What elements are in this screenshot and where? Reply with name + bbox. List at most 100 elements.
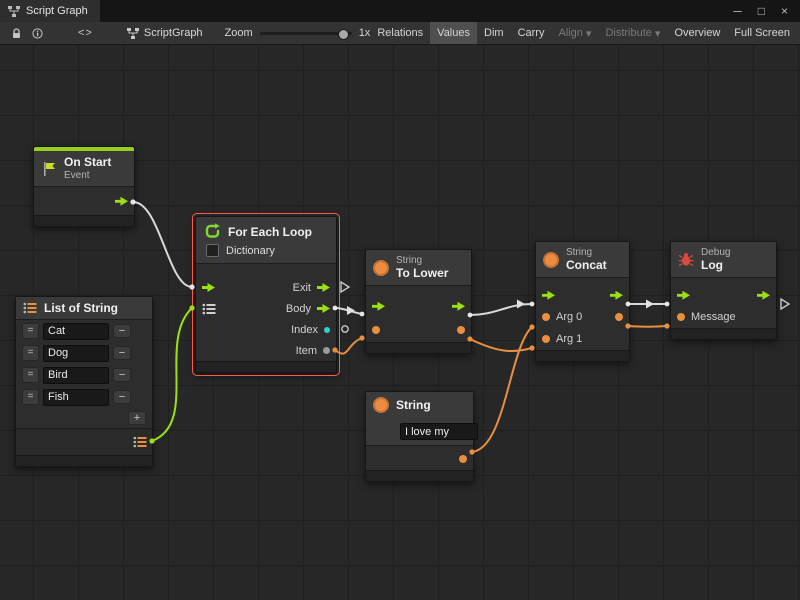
- node-category: String: [396, 255, 448, 267]
- node-header: List of String: [16, 297, 152, 320]
- control-output-port[interactable]: [757, 291, 770, 300]
- result-output-port[interactable]: [615, 313, 623, 321]
- exit-unconnected-indicator: [341, 282, 349, 292]
- result-output-port[interactable]: [457, 326, 465, 334]
- remove-item-button[interactable]: −: [113, 390, 131, 404]
- list-item-input[interactable]: [43, 323, 109, 340]
- control-input-port[interactable]: [542, 291, 555, 300]
- remove-item-button[interactable]: −: [113, 368, 131, 382]
- node-category: Debug: [701, 247, 730, 259]
- drag-handle[interactable]: =: [22, 345, 39, 361]
- maximize-button[interactable]: □: [758, 4, 765, 18]
- graph-toolbar: <> ScriptGraph Zoom 1x Relations Values …: [0, 22, 800, 45]
- node-subtitle: Event: [64, 170, 111, 182]
- node-for-each-loop[interactable]: For Each Loop Dictionary Exit: [195, 216, 337, 373]
- list-item-input[interactable]: [43, 389, 109, 406]
- dictionary-checkbox[interactable]: [206, 244, 219, 257]
- node-title: On Start: [64, 156, 111, 170]
- script-graph-window: Script Graph ─ □ × <>: [0, 0, 800, 600]
- node-footer: [366, 342, 471, 353]
- title-bar: Script Graph ─ □ ×: [0, 0, 800, 22]
- drag-handle[interactable]: =: [22, 323, 39, 339]
- wire-item-to-tolower: [335, 338, 362, 354]
- control-input-port[interactable]: [677, 291, 690, 300]
- window-title: Script Graph: [26, 5, 88, 17]
- values-button[interactable]: Values: [430, 22, 477, 44]
- align-dropdown[interactable]: Align▾: [551, 22, 598, 44]
- info-icon[interactable]: [27, 23, 48, 43]
- list-row: = −: [16, 364, 152, 386]
- message-label: Message: [691, 311, 736, 323]
- wire-concat-to-message: [628, 326, 667, 327]
- add-item-button[interactable]: +: [128, 411, 146, 425]
- node-header: String: [366, 392, 473, 446]
- breadcrumb[interactable]: ScriptGraph: [127, 27, 203, 39]
- minimize-button[interactable]: ─: [733, 4, 742, 18]
- arg0-label: Arg 0: [556, 311, 582, 323]
- node-header: String To Lower: [366, 250, 471, 286]
- wire-body-to-tolower: [335, 308, 362, 314]
- control-output-port[interactable]: [610, 291, 623, 300]
- overview-button[interactable]: Overview: [667, 22, 727, 44]
- node-list-of-string[interactable]: List of String = − = − = −: [15, 296, 153, 467]
- node-on-start[interactable]: On Start Event: [33, 146, 135, 227]
- node-debug-log[interactable]: Debug Log Message: [670, 241, 777, 340]
- breadcrumb-label: ScriptGraph: [144, 27, 203, 39]
- log-exit-unconnected-indicator: [781, 299, 789, 309]
- zoom-slider-handle[interactable]: [338, 29, 349, 40]
- wire-onstart-to-foreach: [133, 202, 192, 287]
- code-icon[interactable]: <>: [70, 27, 101, 39]
- arg1-input-port[interactable]: [542, 335, 550, 343]
- list-item-input[interactable]: [43, 345, 109, 362]
- list-row: = −: [16, 386, 152, 408]
- control-input-port[interactable]: [202, 283, 215, 292]
- exit-output-port[interactable]: [317, 283, 330, 292]
- remove-item-button[interactable]: −: [113, 324, 131, 338]
- node-title: String: [396, 398, 431, 412]
- node-string-to-lower[interactable]: String To Lower: [365, 249, 472, 354]
- item-output-port[interactable]: [323, 347, 330, 354]
- relations-button[interactable]: Relations: [370, 22, 430, 44]
- bug-icon: [678, 252, 694, 267]
- control-output-port[interactable]: [452, 302, 465, 311]
- tab-script-graph[interactable]: Script Graph: [0, 0, 100, 22]
- distribute-dropdown[interactable]: Distribute▾: [598, 22, 667, 44]
- string-output-port[interactable]: [459, 455, 467, 463]
- node-footer: [196, 361, 336, 372]
- full-screen-button[interactable]: Full Screen: [727, 22, 797, 44]
- list-item-input[interactable]: [43, 367, 109, 384]
- drag-handle[interactable]: =: [22, 367, 39, 383]
- close-button[interactable]: ×: [781, 4, 788, 18]
- string-value-input[interactable]: [400, 423, 478, 440]
- zoom-slider[interactable]: [260, 32, 352, 35]
- list-output-port[interactable]: [133, 436, 147, 448]
- body-output-port[interactable]: [317, 304, 330, 313]
- message-input-port[interactable]: [677, 313, 685, 321]
- node-footer: [536, 350, 629, 361]
- wire-literal-to-arg0: [472, 327, 532, 452]
- graph-canvas[interactable]: On Start Event List of String: [0, 45, 800, 600]
- wire-list-to-foreach: [152, 308, 192, 441]
- zoom-label: Zoom: [225, 27, 253, 39]
- control-output-port[interactable]: [115, 197, 128, 206]
- list-icon: [23, 302, 37, 314]
- remove-item-button[interactable]: −: [113, 346, 131, 360]
- arg1-label: Arg 1: [556, 333, 582, 345]
- toolbar-buttons: Relations Values Dim Carry Align▾ Distri…: [370, 22, 797, 44]
- index-output-port[interactable]: [324, 327, 330, 333]
- node-header: On Start Event: [34, 151, 134, 187]
- string-input-port[interactable]: [372, 326, 380, 334]
- zoom-control: Zoom 1x: [225, 27, 371, 39]
- node-string-literal[interactable]: String: [365, 391, 474, 482]
- carry-button[interactable]: Carry: [511, 22, 552, 44]
- node-header: For Each Loop Dictionary: [196, 217, 336, 264]
- control-input-port[interactable]: [372, 302, 385, 311]
- node-title: List of String: [44, 301, 118, 315]
- node-header: String Concat: [536, 242, 629, 278]
- collection-input-port[interactable]: [202, 303, 216, 315]
- drag-handle[interactable]: =: [22, 389, 39, 405]
- arg0-input-port[interactable]: [542, 313, 550, 321]
- lock-icon[interactable]: [6, 23, 27, 43]
- node-string-concat[interactable]: String Concat Arg 0 Arg 1: [535, 241, 630, 362]
- dim-button[interactable]: Dim: [477, 22, 511, 44]
